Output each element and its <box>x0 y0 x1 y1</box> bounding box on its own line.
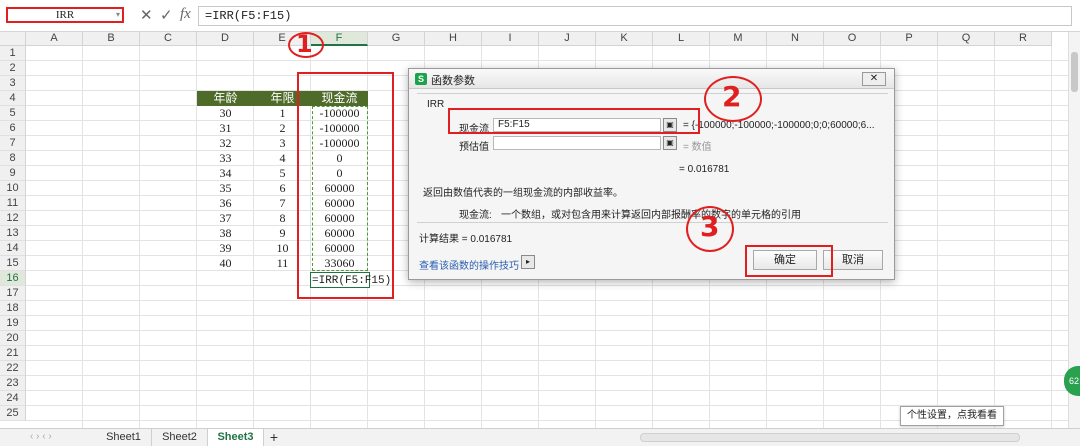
column-header-i[interactable]: I <box>482 32 539 46</box>
tab-sheet3[interactable]: Sheet3 <box>208 429 264 446</box>
arg2-input[interactable] <box>493 136 661 150</box>
tab-sheet2[interactable]: Sheet2 <box>152 429 208 446</box>
column-header-g[interactable]: G <box>368 32 425 46</box>
annotation-mark-3: 3 <box>700 210 720 243</box>
age-cell[interactable]: 31 <box>197 121 254 136</box>
age-cell[interactable]: 30 <box>197 106 254 121</box>
annotation-box-column <box>297 72 394 299</box>
dialog-title: 函数参数 <box>431 75 475 87</box>
column-header-l[interactable]: L <box>653 32 710 46</box>
row-header-3[interactable]: 3 <box>0 76 26 91</box>
evaluation-result: = 0.016781 <box>679 164 730 175</box>
fx-icon[interactable]: fx <box>180 6 191 23</box>
row-header-11[interactable]: 11 <box>0 196 26 211</box>
row-header-6[interactable]: 6 <box>0 121 26 136</box>
close-button[interactable]: ✕ <box>862 72 886 86</box>
add-sheet-button[interactable]: + <box>264 429 284 446</box>
row-header-21[interactable]: 21 <box>0 346 26 361</box>
age-cell[interactable]: 38 <box>197 226 254 241</box>
calculation-result: 计算结果 = 0.016781 <box>419 234 513 245</box>
column-header-j[interactable]: J <box>539 32 596 46</box>
row-header-22[interactable]: 22 <box>0 361 26 376</box>
row-header-10[interactable]: 10 <box>0 181 26 196</box>
dialog-titlebar[interactable]: S 函数参数 ✕ <box>409 69 894 89</box>
confirm-icon[interactable]: ✓ <box>160 6 173 24</box>
sheet-nav-icon[interactable]: ‹ › ‹ › <box>30 431 52 442</box>
age-cell[interactable]: 35 <box>197 181 254 196</box>
row-header-20[interactable]: 20 <box>0 331 26 346</box>
tab-sheet1[interactable]: Sheet1 <box>96 429 152 446</box>
row-header-9[interactable]: 9 <box>0 166 26 181</box>
arg1-result: = {-100000;-100000;-100000;0;0;60000;6..… <box>683 120 875 131</box>
collapse-ref-icon[interactable]: ▣ <box>663 136 677 150</box>
column-header-o[interactable]: O <box>824 32 881 46</box>
column-header-d[interactable]: D <box>197 32 254 46</box>
column-header-n[interactable]: N <box>767 32 824 46</box>
column-header-h[interactable]: H <box>425 32 482 46</box>
param-desc-label: 现金流: <box>459 210 492 221</box>
row-header-25[interactable]: 25 <box>0 406 26 421</box>
column-header-a[interactable]: A <box>26 32 83 46</box>
age-cell[interactable]: 39 <box>197 241 254 256</box>
arg2-label: 预估值 <box>459 142 489 153</box>
age-cell[interactable]: 33 <box>197 151 254 166</box>
param-description: 一个数组，或对包含用来计算返回内部报酬率的数字的单元格的引用 <box>501 210 801 221</box>
row-header-17[interactable]: 17 <box>0 286 26 301</box>
column-header-m[interactable]: M <box>710 32 767 46</box>
personalize-tooltip[interactable]: 个性设置，点我看看 <box>900 406 1004 426</box>
column-header-b[interactable]: B <box>83 32 140 46</box>
row-header-24[interactable]: 24 <box>0 391 26 406</box>
scroll-thumb[interactable] <box>1071 52 1078 92</box>
age-cell[interactable]: 40 <box>197 256 254 271</box>
column-header-k[interactable]: K <box>596 32 653 46</box>
column-header-r[interactable]: R <box>995 32 1052 46</box>
formula-input[interactable]: =IRR(F5:F15) <box>198 6 1072 26</box>
select-all-corner[interactable] <box>0 32 26 46</box>
age-cell[interactable]: 37 <box>197 211 254 226</box>
row-header-4[interactable]: 4 <box>0 91 26 106</box>
arg2-result: = 数值 <box>683 142 712 153</box>
row-header-23[interactable]: 23 <box>0 376 26 391</box>
row-header-18[interactable]: 18 <box>0 301 26 316</box>
column-header-q[interactable]: Q <box>938 32 995 46</box>
age-cell[interactable]: 32 <box>197 136 254 151</box>
row-header-7[interactable]: 7 <box>0 136 26 151</box>
row-header-8[interactable]: 8 <box>0 151 26 166</box>
header-age[interactable]: 年龄 <box>197 91 254 106</box>
cancel-icon[interactable]: ✕ <box>140 6 153 24</box>
annotation-circle-1 <box>288 32 324 58</box>
column-header-c[interactable]: C <box>140 32 197 46</box>
row-header-2[interactable]: 2 <box>0 61 26 76</box>
row-header-12[interactable]: 12 <box>0 211 26 226</box>
column-header-p[interactable]: P <box>881 32 938 46</box>
divider <box>417 222 888 223</box>
row-header-14[interactable]: 14 <box>0 241 26 256</box>
annotation-mark-2: 2 <box>722 80 742 113</box>
age-cell[interactable]: 34 <box>197 166 254 181</box>
row-header-16[interactable]: 16 <box>0 271 26 286</box>
help-link[interactable]: 查看该函数的操作技巧 <box>419 257 519 272</box>
annotation-box-ok <box>745 245 833 277</box>
row-header-19[interactable]: 19 <box>0 316 26 331</box>
chevron-down-icon[interactable]: ▾ <box>116 10 120 19</box>
age-cell[interactable]: 36 <box>197 196 254 211</box>
annotation-box-arg <box>448 108 700 134</box>
row-header-1[interactable]: 1 <box>0 46 26 61</box>
wps-logo-icon: S <box>415 73 427 85</box>
formula-bar: IRR ▾ ✕ ✓ fx =IRR(F5:F15) <box>0 0 1080 32</box>
name-box[interactable]: IRR <box>6 7 124 23</box>
row-header-15[interactable]: 15 <box>0 256 26 271</box>
video-tip-icon[interactable]: ▸ <box>521 255 535 269</box>
row-header-13[interactable]: 13 <box>0 226 26 241</box>
row-header-5[interactable]: 5 <box>0 106 26 121</box>
horizontal-scrollbar[interactable] <box>640 433 1020 442</box>
sheet-tabs-bar: ‹ › ‹ › Sheet1 Sheet2 Sheet3 + <box>0 428 1080 446</box>
function-description: 返回由数值代表的一组现金流的内部收益率。 <box>423 188 623 199</box>
